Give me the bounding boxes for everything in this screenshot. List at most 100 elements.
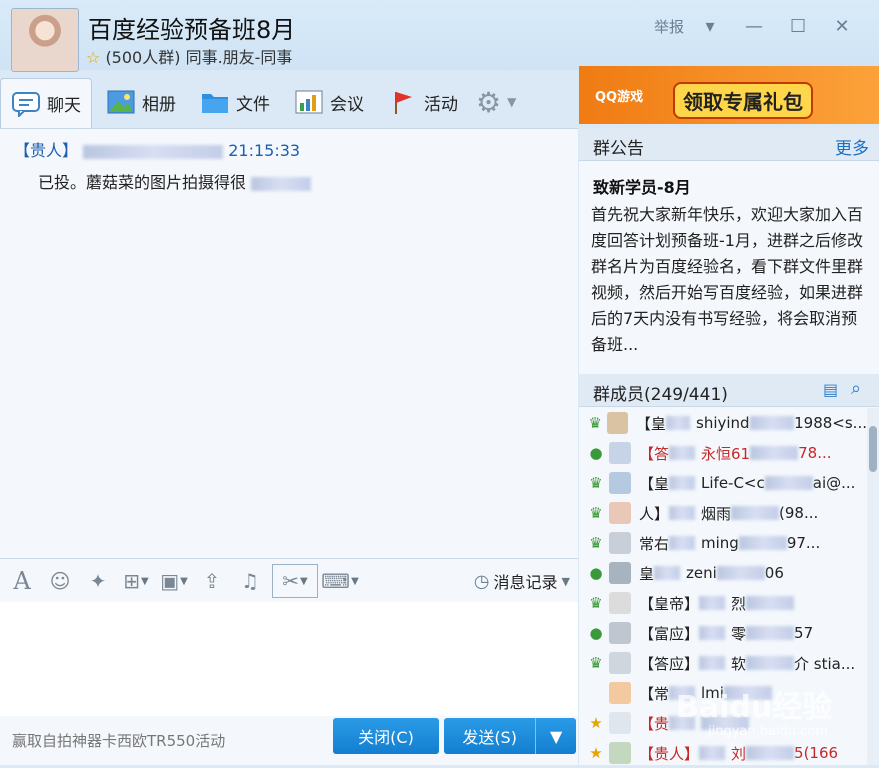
crown-user-icon: ♛ bbox=[589, 594, 603, 612]
tab-files[interactable]: 文件 bbox=[190, 79, 280, 125]
send-label: 发送(S) bbox=[462, 728, 517, 747]
sender-tag[interactable]: 【贵人】 bbox=[14, 141, 78, 160]
blurred-text bbox=[654, 566, 681, 580]
user-icon: ● bbox=[589, 564, 603, 582]
blurred-text bbox=[669, 536, 696, 550]
member-avatar[interactable] bbox=[607, 412, 628, 434]
member-row[interactable]: ● 【富应】 零 57 bbox=[579, 618, 867, 648]
member-name-tail: (98... bbox=[779, 504, 819, 522]
member-name-tail: 57 bbox=[794, 624, 814, 642]
member-name-tail: 97... bbox=[786, 534, 821, 552]
member-avatar[interactable] bbox=[609, 592, 631, 614]
member-tag: 【富应】 bbox=[639, 624, 700, 643]
member-tag: 【答应】 bbox=[639, 654, 700, 673]
flag-icon bbox=[395, 92, 412, 114]
close-button[interactable]: 关闭(C) bbox=[333, 718, 439, 754]
chevron-down-icon: ▼ bbox=[507, 95, 517, 109]
watermark-sub: jingyan.baidu.com bbox=[708, 724, 828, 739]
blurred-text bbox=[746, 626, 795, 640]
tab-activity[interactable]: 活动 bbox=[378, 79, 468, 125]
dropdown-arrow-icon[interactable]: ▾ bbox=[688, 12, 732, 40]
music-icon[interactable]: ♫ bbox=[234, 565, 266, 597]
member-avatar[interactable] bbox=[609, 652, 631, 674]
upload-icon[interactable]: ⇪ bbox=[196, 565, 228, 597]
ad-banner[interactable]: QQ游戏 领取专属礼包 bbox=[579, 66, 879, 124]
watermark-text: Baidu经验 bbox=[676, 690, 833, 725]
member-avatar[interactable] bbox=[609, 532, 631, 554]
footer-bar: 赢取自拍神器卡西欧TR550活动 关闭(C) 发送(S) ▼ bbox=[0, 716, 578, 765]
window-controls: 举报 ▾ — ☐ ✕ bbox=[650, 12, 864, 40]
tab-photos[interactable]: 相册 bbox=[96, 79, 186, 125]
photo-icon bbox=[107, 90, 135, 114]
member-row[interactable]: ♛ 【皇 shiyind 1988<s... bbox=[579, 408, 867, 438]
report-button[interactable]: 举报 bbox=[650, 12, 688, 40]
settings-button[interactable]: ⚙ ▼ bbox=[472, 79, 520, 125]
tab-meeting[interactable]: 会议 bbox=[284, 79, 374, 125]
notice-label: 群公告 bbox=[593, 139, 644, 159]
crown-user-icon: ♛ bbox=[589, 504, 603, 522]
message-history-button[interactable]: ◷ 消息记录 ▼ bbox=[474, 569, 570, 593]
blurred-text bbox=[746, 656, 795, 670]
member-avatar[interactable] bbox=[609, 442, 631, 464]
member-avatar[interactable] bbox=[609, 622, 631, 644]
tab-activity-label: 活动 bbox=[424, 94, 458, 115]
status-blank bbox=[585, 682, 607, 704]
member-row[interactable]: ● 【答 永恒61 78... bbox=[579, 438, 867, 468]
member-row[interactable]: ♛ 【皇帝】 烈 bbox=[579, 588, 867, 618]
member-row[interactable]: ★ 【贵人】 刘 5(166 bbox=[579, 738, 867, 768]
scrollbar-thumb[interactable] bbox=[869, 426, 877, 472]
group-tags[interactable]: 同事.朋友-同事 bbox=[186, 48, 293, 67]
chat-icon bbox=[12, 91, 40, 117]
member-name-tail: 78... bbox=[798, 444, 832, 462]
member-row[interactable]: ♛ 【答应】 软 介 stia... bbox=[579, 648, 867, 678]
message-body: 已投。蘑菇菜的图片拍摄得很 bbox=[38, 173, 247, 192]
member-row[interactable]: ♛ 人】 烟雨 (98... bbox=[579, 498, 867, 528]
promo-link[interactable]: 赢取自拍神器卡西欧TR550活动 bbox=[12, 730, 225, 751]
member-avatar[interactable] bbox=[609, 682, 631, 704]
member-name: 烟雨 bbox=[701, 504, 732, 523]
font-icon[interactable]: A bbox=[6, 565, 38, 597]
member-avatar[interactable] bbox=[609, 472, 631, 494]
members-scrollbar[interactable] bbox=[867, 408, 879, 765]
minimize-icon[interactable]: — bbox=[732, 12, 776, 40]
tab-photos-label: 相册 bbox=[142, 94, 176, 115]
maximize-icon[interactable]: ☐ bbox=[776, 12, 820, 40]
magic-wand-icon[interactable]: ✦ bbox=[82, 565, 114, 597]
crown-user-icon: ♛ bbox=[589, 474, 603, 492]
blurred-text bbox=[699, 746, 726, 760]
member-name-tail: 介 stia... bbox=[794, 654, 856, 673]
blurred-text bbox=[764, 476, 813, 490]
member-row[interactable]: ♛ 常右 ming 97... bbox=[579, 528, 867, 558]
chat-history[interactable]: 【贵人】 21:15:33 已投。蘑菇菜的图片拍摄得很 bbox=[0, 128, 578, 559]
tab-chat[interactable]: 聊天 bbox=[0, 77, 92, 129]
member-avatar[interactable] bbox=[609, 712, 631, 734]
group-avatar[interactable] bbox=[11, 8, 79, 72]
crown-user-icon: ♛ bbox=[589, 534, 603, 552]
member-avatar[interactable] bbox=[609, 502, 631, 524]
member-avatar[interactable] bbox=[609, 562, 631, 584]
close-icon[interactable]: ✕ bbox=[820, 12, 864, 40]
image-icon[interactable]: ▣ ▼ bbox=[158, 565, 190, 597]
member-row[interactable]: ♛ 【皇 Life-C<c ai@... bbox=[579, 468, 867, 498]
screenshot-scissors-icon[interactable]: ✂ ▼ bbox=[272, 564, 318, 598]
member-tag: 【贵人】 bbox=[639, 744, 700, 763]
more-tools-icon[interactable]: ⌨ ▼ bbox=[321, 565, 359, 597]
send-options-chevron-icon[interactable]: ▼ bbox=[535, 718, 576, 754]
message-text: 已投。蘑菇菜的图片拍摄得很 bbox=[38, 169, 312, 193]
emoji-icon[interactable]: ☺ bbox=[44, 565, 76, 597]
notice-more-link[interactable]: 更多 bbox=[835, 134, 869, 159]
member-name: shiyind bbox=[696, 414, 750, 432]
gift-icon[interactable]: ⊞ ▼ bbox=[120, 565, 152, 597]
clock-icon: ◷ bbox=[473, 570, 490, 592]
member-card-icon[interactable]: ▤ bbox=[823, 380, 838, 399]
blurred-text bbox=[746, 746, 795, 760]
search-icon[interactable]: ⌕ bbox=[851, 378, 861, 399]
member-avatar[interactable] bbox=[609, 742, 631, 764]
user-icon: ● bbox=[589, 444, 603, 462]
members-header: 群成员(249/441) ▤ ⌕ bbox=[579, 374, 879, 407]
message-time: 21:15:33 bbox=[228, 141, 301, 160]
member-row[interactable]: ● 皇 zeni 06 bbox=[579, 558, 867, 588]
send-button[interactable]: 发送(S) ▼ bbox=[444, 718, 576, 754]
group-title: 百度经验预备班8月 bbox=[88, 16, 296, 44]
message-input[interactable] bbox=[0, 602, 578, 716]
